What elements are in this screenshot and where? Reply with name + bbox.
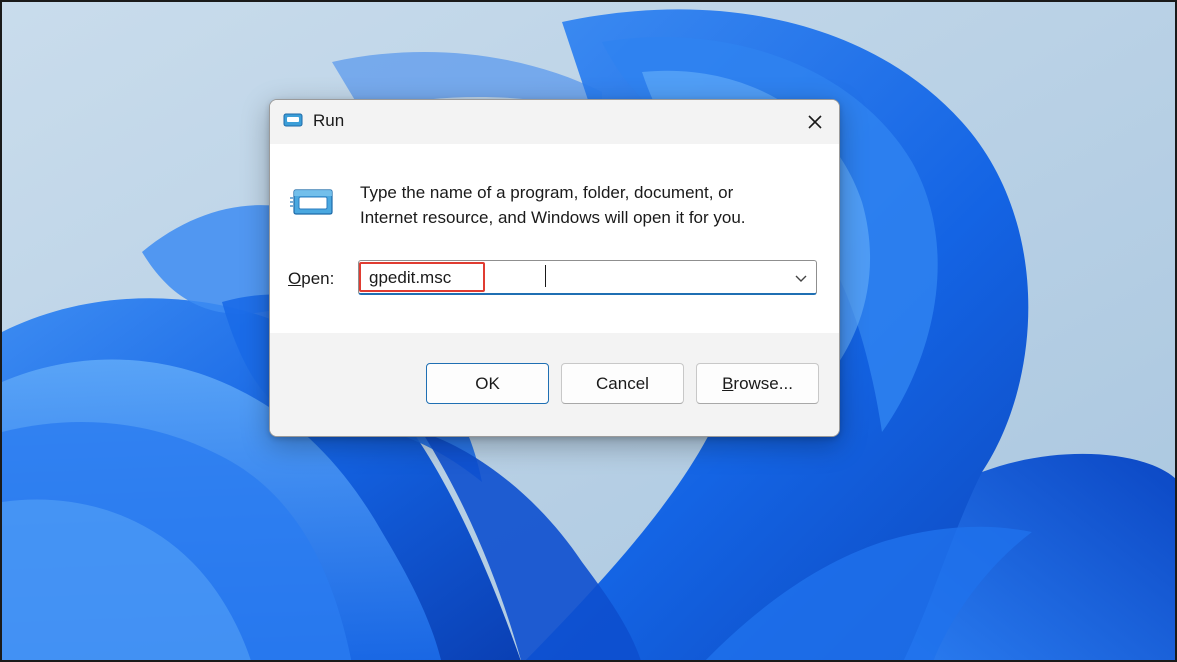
description-line-2: Internet resource, and Windows will open…	[360, 208, 746, 227]
input-highlight-box	[359, 262, 485, 292]
open-label: Open:	[288, 269, 334, 289]
close-button[interactable]	[795, 104, 835, 140]
run-icon	[283, 113, 303, 127]
button-bar: OK Cancel Browse...	[270, 333, 839, 436]
run-dialog: Run Type the name of a program, folder, …	[269, 99, 840, 437]
dialog-description: Type the name of a program, folder, docu…	[360, 180, 820, 230]
cancel-button[interactable]: Cancel	[561, 363, 684, 404]
browse-button[interactable]: Browse...	[696, 363, 819, 404]
dialog-title: Run	[313, 111, 345, 130]
run-icon	[290, 189, 333, 215]
open-label-mnemonic: O	[288, 269, 302, 288]
close-icon	[808, 115, 822, 129]
chevron-down-icon[interactable]	[792, 269, 810, 287]
ok-button[interactable]: OK	[426, 363, 549, 404]
title-bar[interactable]: Run	[270, 100, 839, 144]
description-line-1: Type the name of a program, folder, docu…	[360, 183, 734, 202]
browse-mnemonic: B	[722, 373, 734, 393]
open-label-rest: pen:	[301, 269, 335, 288]
desktop: Run Type the name of a program, folder, …	[0, 0, 1177, 662]
text-caret	[545, 265, 546, 287]
browse-label-rest: rowse...	[733, 373, 793, 393]
